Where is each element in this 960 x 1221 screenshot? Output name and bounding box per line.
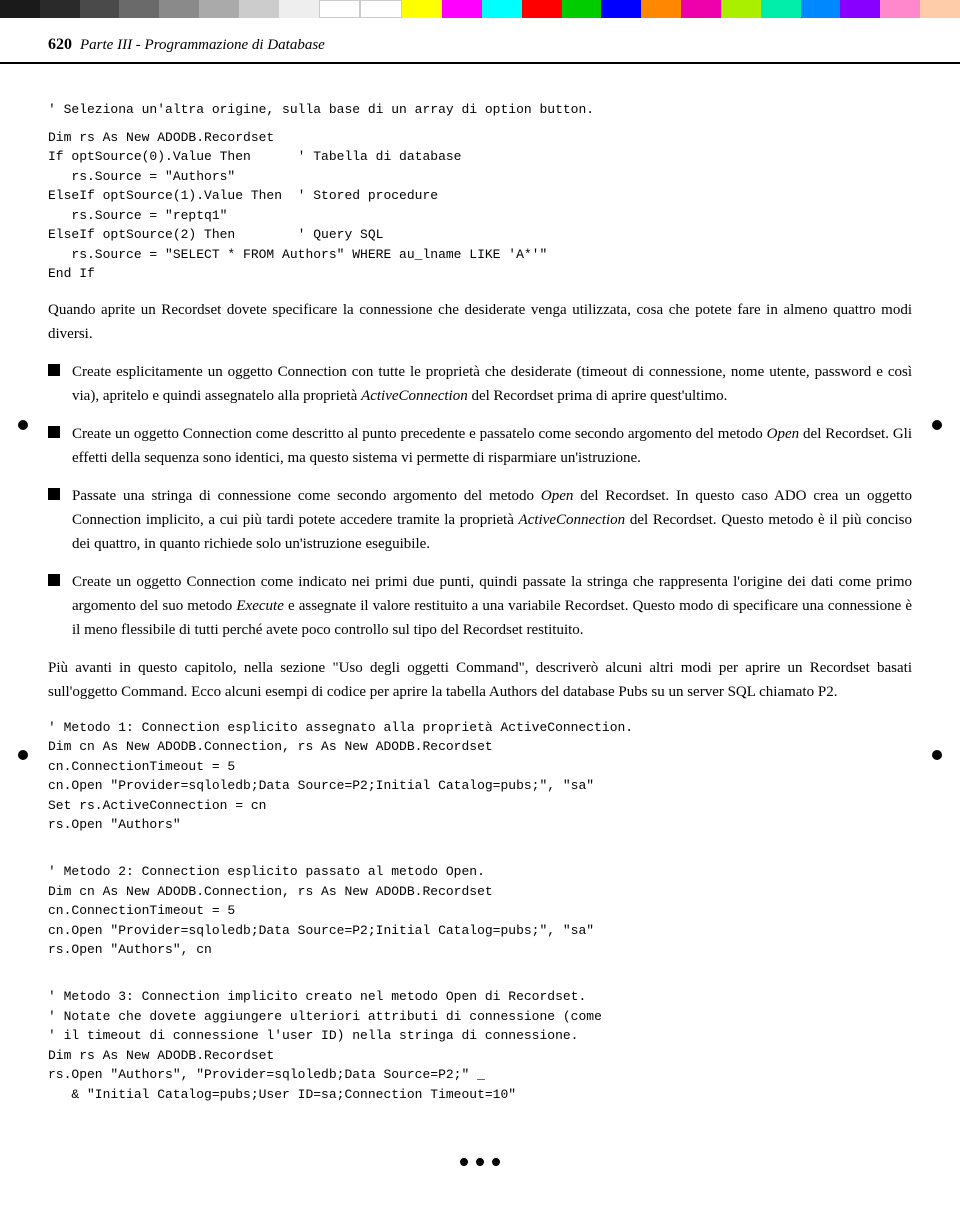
margin-marker-right-1 bbox=[932, 420, 942, 430]
list-item-4-text: Create un oggetto Connection come indica… bbox=[72, 570, 912, 642]
color-block-13 bbox=[482, 0, 522, 18]
margin-marker-left-1 bbox=[18, 420, 28, 430]
color-block-8 bbox=[279, 0, 319, 18]
color-block-7 bbox=[239, 0, 279, 18]
color-block-16 bbox=[601, 0, 641, 18]
bottom-navigation bbox=[0, 1140, 960, 1174]
main-content: ' Seleziona un'altra origine, sulla base… bbox=[0, 64, 960, 1140]
color-block-19 bbox=[721, 0, 761, 18]
color-block-6 bbox=[199, 0, 239, 18]
color-block-9 bbox=[319, 0, 361, 18]
list-item-4: Create un oggetto Connection come indica… bbox=[48, 570, 912, 642]
bullet-icon-3 bbox=[48, 488, 60, 500]
paragraph-2: Più avanti in questo capitolo, nella sez… bbox=[48, 656, 912, 704]
color-block-3 bbox=[80, 0, 120, 18]
color-block-1 bbox=[0, 0, 40, 18]
bullet-icon-2 bbox=[48, 426, 60, 438]
margin-marker-left-2 bbox=[18, 750, 28, 760]
nav-dot-1 bbox=[460, 1158, 468, 1166]
nav-dot-2 bbox=[476, 1158, 484, 1166]
color-block-20 bbox=[761, 0, 801, 18]
color-block-10 bbox=[360, 0, 402, 18]
bullet-icon-4 bbox=[48, 574, 60, 586]
color-block-24 bbox=[920, 0, 960, 18]
list-item-3: Passate una stringa di connessione come … bbox=[48, 484, 912, 556]
list-item-1: Create esplicitamente un oggetto Connect… bbox=[48, 360, 912, 408]
color-block-23 bbox=[880, 0, 920, 18]
color-block-14 bbox=[522, 0, 562, 18]
page-number: 620 bbox=[48, 36, 72, 54]
code-block-2-comment2: ' Metodo 2: Connection esplicito passato… bbox=[48, 843, 912, 960]
list-item-2: Create un oggetto Connection come descri… bbox=[48, 422, 912, 470]
color-block-4 bbox=[119, 0, 159, 18]
color-block-15 bbox=[562, 0, 602, 18]
paragraph-1: Quando aprite un Recordset dovete specif… bbox=[48, 298, 912, 346]
color-block-2 bbox=[40, 0, 80, 18]
list-item-1-text: Create esplicitamente un oggetto Connect… bbox=[72, 360, 912, 408]
color-block-22 bbox=[840, 0, 880, 18]
color-block-11 bbox=[402, 0, 442, 18]
color-block-5 bbox=[159, 0, 199, 18]
color-block-12 bbox=[442, 0, 482, 18]
margin-marker-right-2 bbox=[932, 750, 942, 760]
code-block-2-comment1: ' Metodo 1: Connection esplicito assegna… bbox=[48, 718, 912, 835]
bullet-icon-1 bbox=[48, 364, 60, 376]
bullet-list: Create esplicitamente un oggetto Connect… bbox=[48, 360, 912, 642]
code-block-2-comment3: ' Metodo 3: Connection implicito creato … bbox=[48, 968, 912, 1105]
color-block-18 bbox=[681, 0, 721, 18]
top-color-bar bbox=[0, 0, 960, 18]
color-block-17 bbox=[641, 0, 681, 18]
code-block-1: Dim rs As New ADODB.Recordset If optSour… bbox=[48, 128, 912, 284]
intro-comment: ' Seleziona un'altra origine, sulla base… bbox=[48, 100, 912, 120]
color-block-21 bbox=[801, 0, 841, 18]
page-header: 620 Parte III - Programmazione di Databa… bbox=[0, 18, 960, 64]
list-item-3-text: Passate una stringa di connessione come … bbox=[72, 484, 912, 556]
nav-dot-3 bbox=[492, 1158, 500, 1166]
page-wrapper: 620 Parte III - Programmazione di Databa… bbox=[0, 0, 960, 1174]
page-title: Parte III - Programmazione di Database bbox=[80, 37, 325, 54]
list-item-2-text: Create un oggetto Connection come descri… bbox=[72, 422, 912, 470]
